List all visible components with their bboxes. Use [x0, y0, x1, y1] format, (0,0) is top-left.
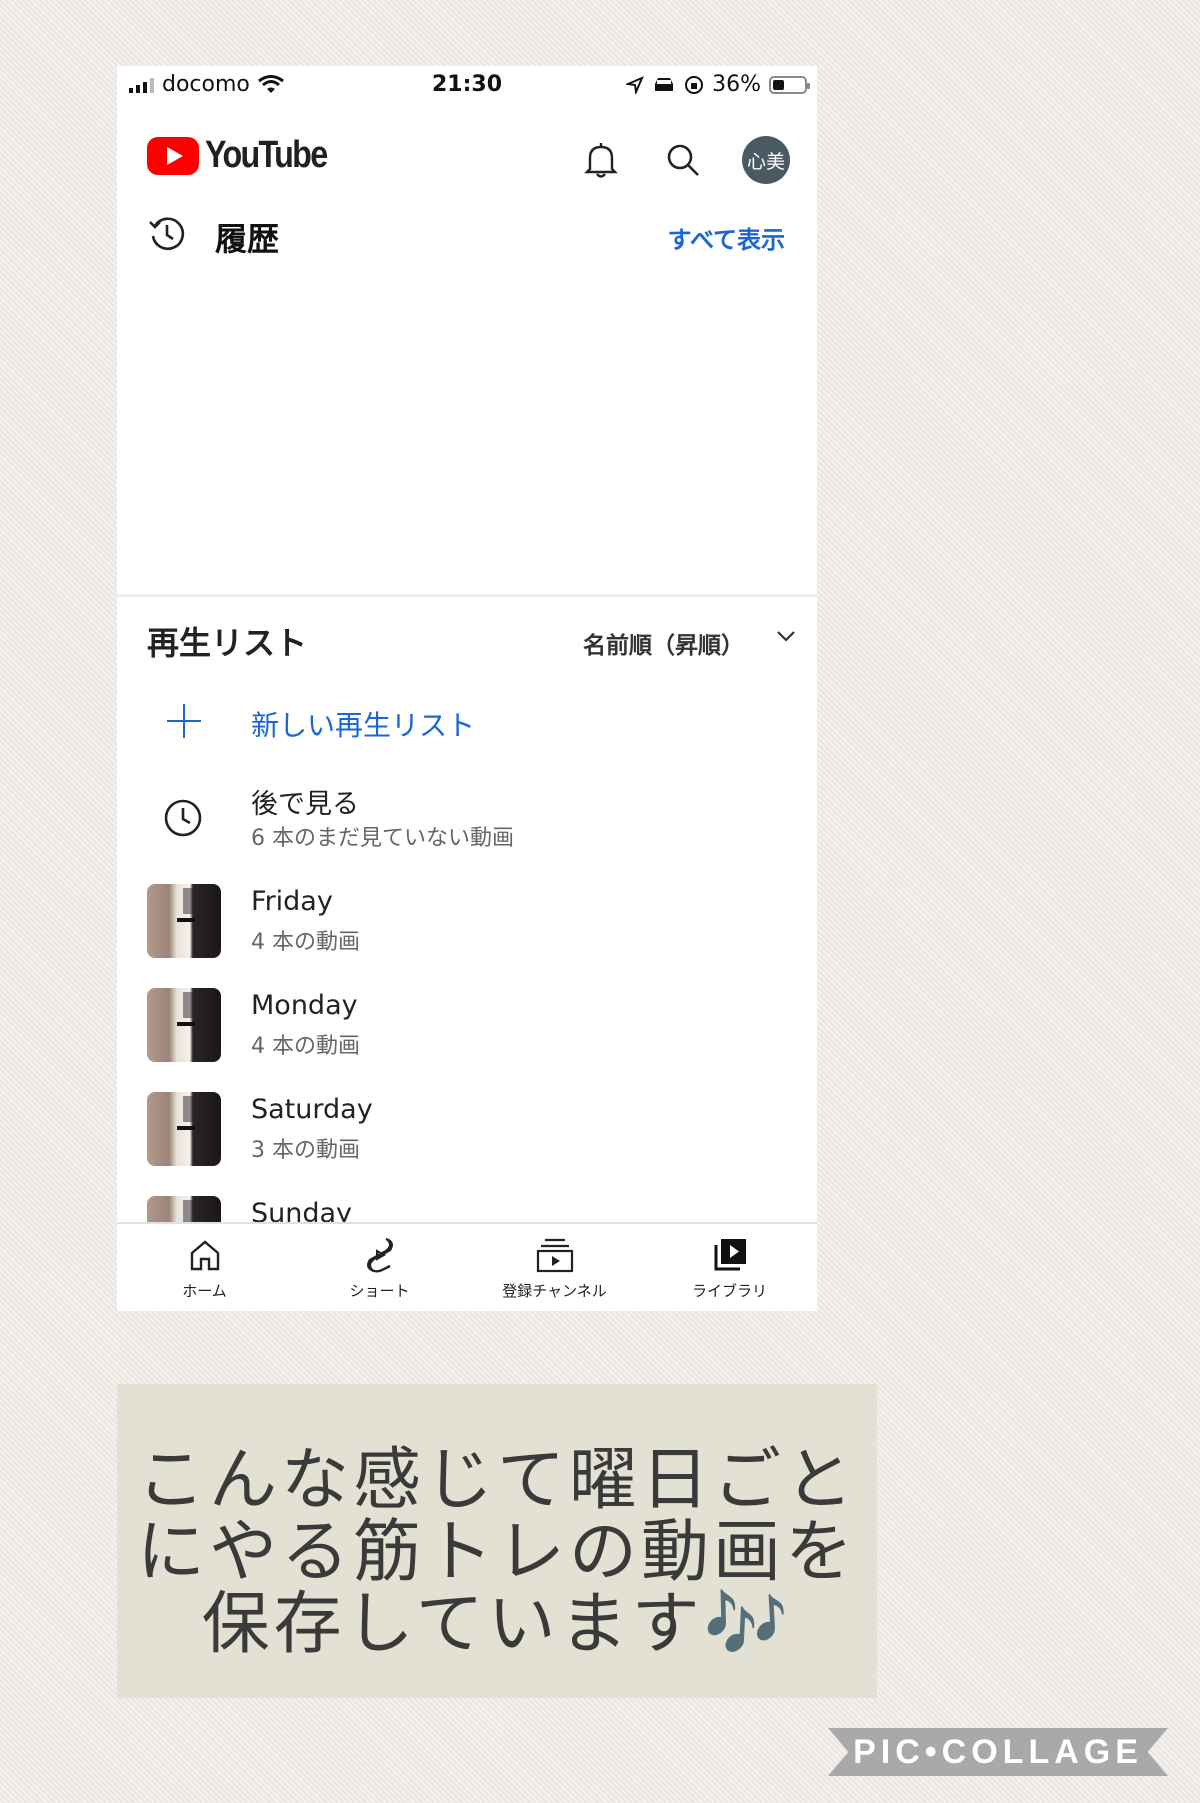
nav-label: ライブラリ	[691, 1282, 767, 1300]
plus-icon	[167, 704, 201, 738]
nav-subscriptions[interactable]: 登録チャンネル	[467, 1232, 642, 1301]
playlist-name: Saturday	[251, 1094, 373, 1125]
bell-icon	[584, 143, 618, 178]
youtube-play-icon	[147, 136, 199, 175]
chevron-down-icon[interactable]	[775, 628, 797, 644]
subscriptions-icon	[536, 1238, 573, 1273]
playlist-name: Monday	[251, 990, 358, 1021]
location-arrow-icon	[626, 75, 644, 94]
playlist-name: Friday	[251, 886, 333, 917]
notifications-button[interactable]	[579, 138, 623, 182]
history-section-header: 履歴 すべて表示	[117, 198, 817, 268]
playlist-item-monday[interactable]: Monday 4 本の動画	[117, 984, 817, 1074]
playlist-count: 3 本の動画	[251, 1138, 360, 1163]
nav-library[interactable]: ライブラリ	[642, 1232, 817, 1301]
caption-line-3: 保存しています🎶	[201, 1585, 793, 1664]
sort-dropdown[interactable]: 名前順（昇順）	[583, 626, 744, 660]
rotation-lock-icon	[685, 75, 704, 94]
new-playlist-button[interactable]: 新しい再生リスト	[117, 686, 817, 766]
nav-label: ホーム	[182, 1282, 227, 1300]
playlist-count: 4 本の動画	[251, 1034, 360, 1059]
playlist-count: 6 本のまだ見ていない動画	[251, 826, 514, 851]
playlist-item-saturday[interactable]: Saturday 3 本の動画	[117, 1088, 817, 1178]
home-icon	[190, 1240, 219, 1271]
nav-label: 登録チャンネル	[502, 1282, 607, 1300]
nav-home[interactable]: ホーム	[117, 1232, 292, 1301]
caption-box: こんな感じて曜日ごと にやる筋トレの動画を 保存しています🎶	[117, 1384, 877, 1698]
nav-label: ショート	[349, 1282, 410, 1300]
playlist-thumbnail	[147, 884, 221, 958]
history-title: 履歴	[215, 220, 280, 258]
nav-shorts[interactable]: ショート	[292, 1232, 467, 1301]
playlist-thumbnail	[147, 988, 221, 1062]
playlist-item-friday[interactable]: Friday 4 本の動画	[117, 880, 817, 970]
pic-collage-watermark: PIC•COLLAGE	[828, 1728, 1168, 1776]
playlist-thumbnail	[147, 1092, 221, 1166]
new-playlist-label: 新しい再生リスト	[251, 709, 476, 742]
youtube-wordmark: YouTube	[205, 134, 328, 176]
shorts-icon	[366, 1237, 393, 1273]
search-button[interactable]	[661, 138, 705, 182]
battery-icon	[769, 75, 810, 94]
avatar[interactable]: 心美	[742, 136, 790, 184]
library-icon	[714, 1239, 746, 1271]
youtube-logo[interactable]: YouTube	[147, 134, 348, 177]
battery-percent: 36%	[712, 72, 761, 97]
playlist-count: 4 本の動画	[251, 930, 360, 955]
car-icon	[655, 77, 674, 91]
phone-screenshot: docomo 21:30 36% YouTube 心美 履歴 すべて表示 再生リ…	[117, 66, 817, 1311]
history-icon	[149, 217, 185, 251]
app-header: YouTube 心美	[117, 124, 817, 194]
section-divider	[117, 594, 817, 597]
search-icon	[667, 144, 699, 176]
bottom-navigation: ホーム ショート 登録チャンネル ライブラリ	[117, 1222, 817, 1311]
playlists-title: 再生リスト	[147, 624, 308, 662]
clock-icon	[164, 799, 202, 837]
history-carousel-area	[117, 271, 817, 596]
playlist-name: 後で見る	[251, 789, 359, 820]
show-all-link[interactable]: すべて表示	[668, 220, 785, 255]
status-bar: docomo 21:30 36%	[117, 66, 817, 106]
playlist-item-watch-later[interactable]: 後で見る 6 本のまだ見ていない動画	[117, 776, 817, 866]
